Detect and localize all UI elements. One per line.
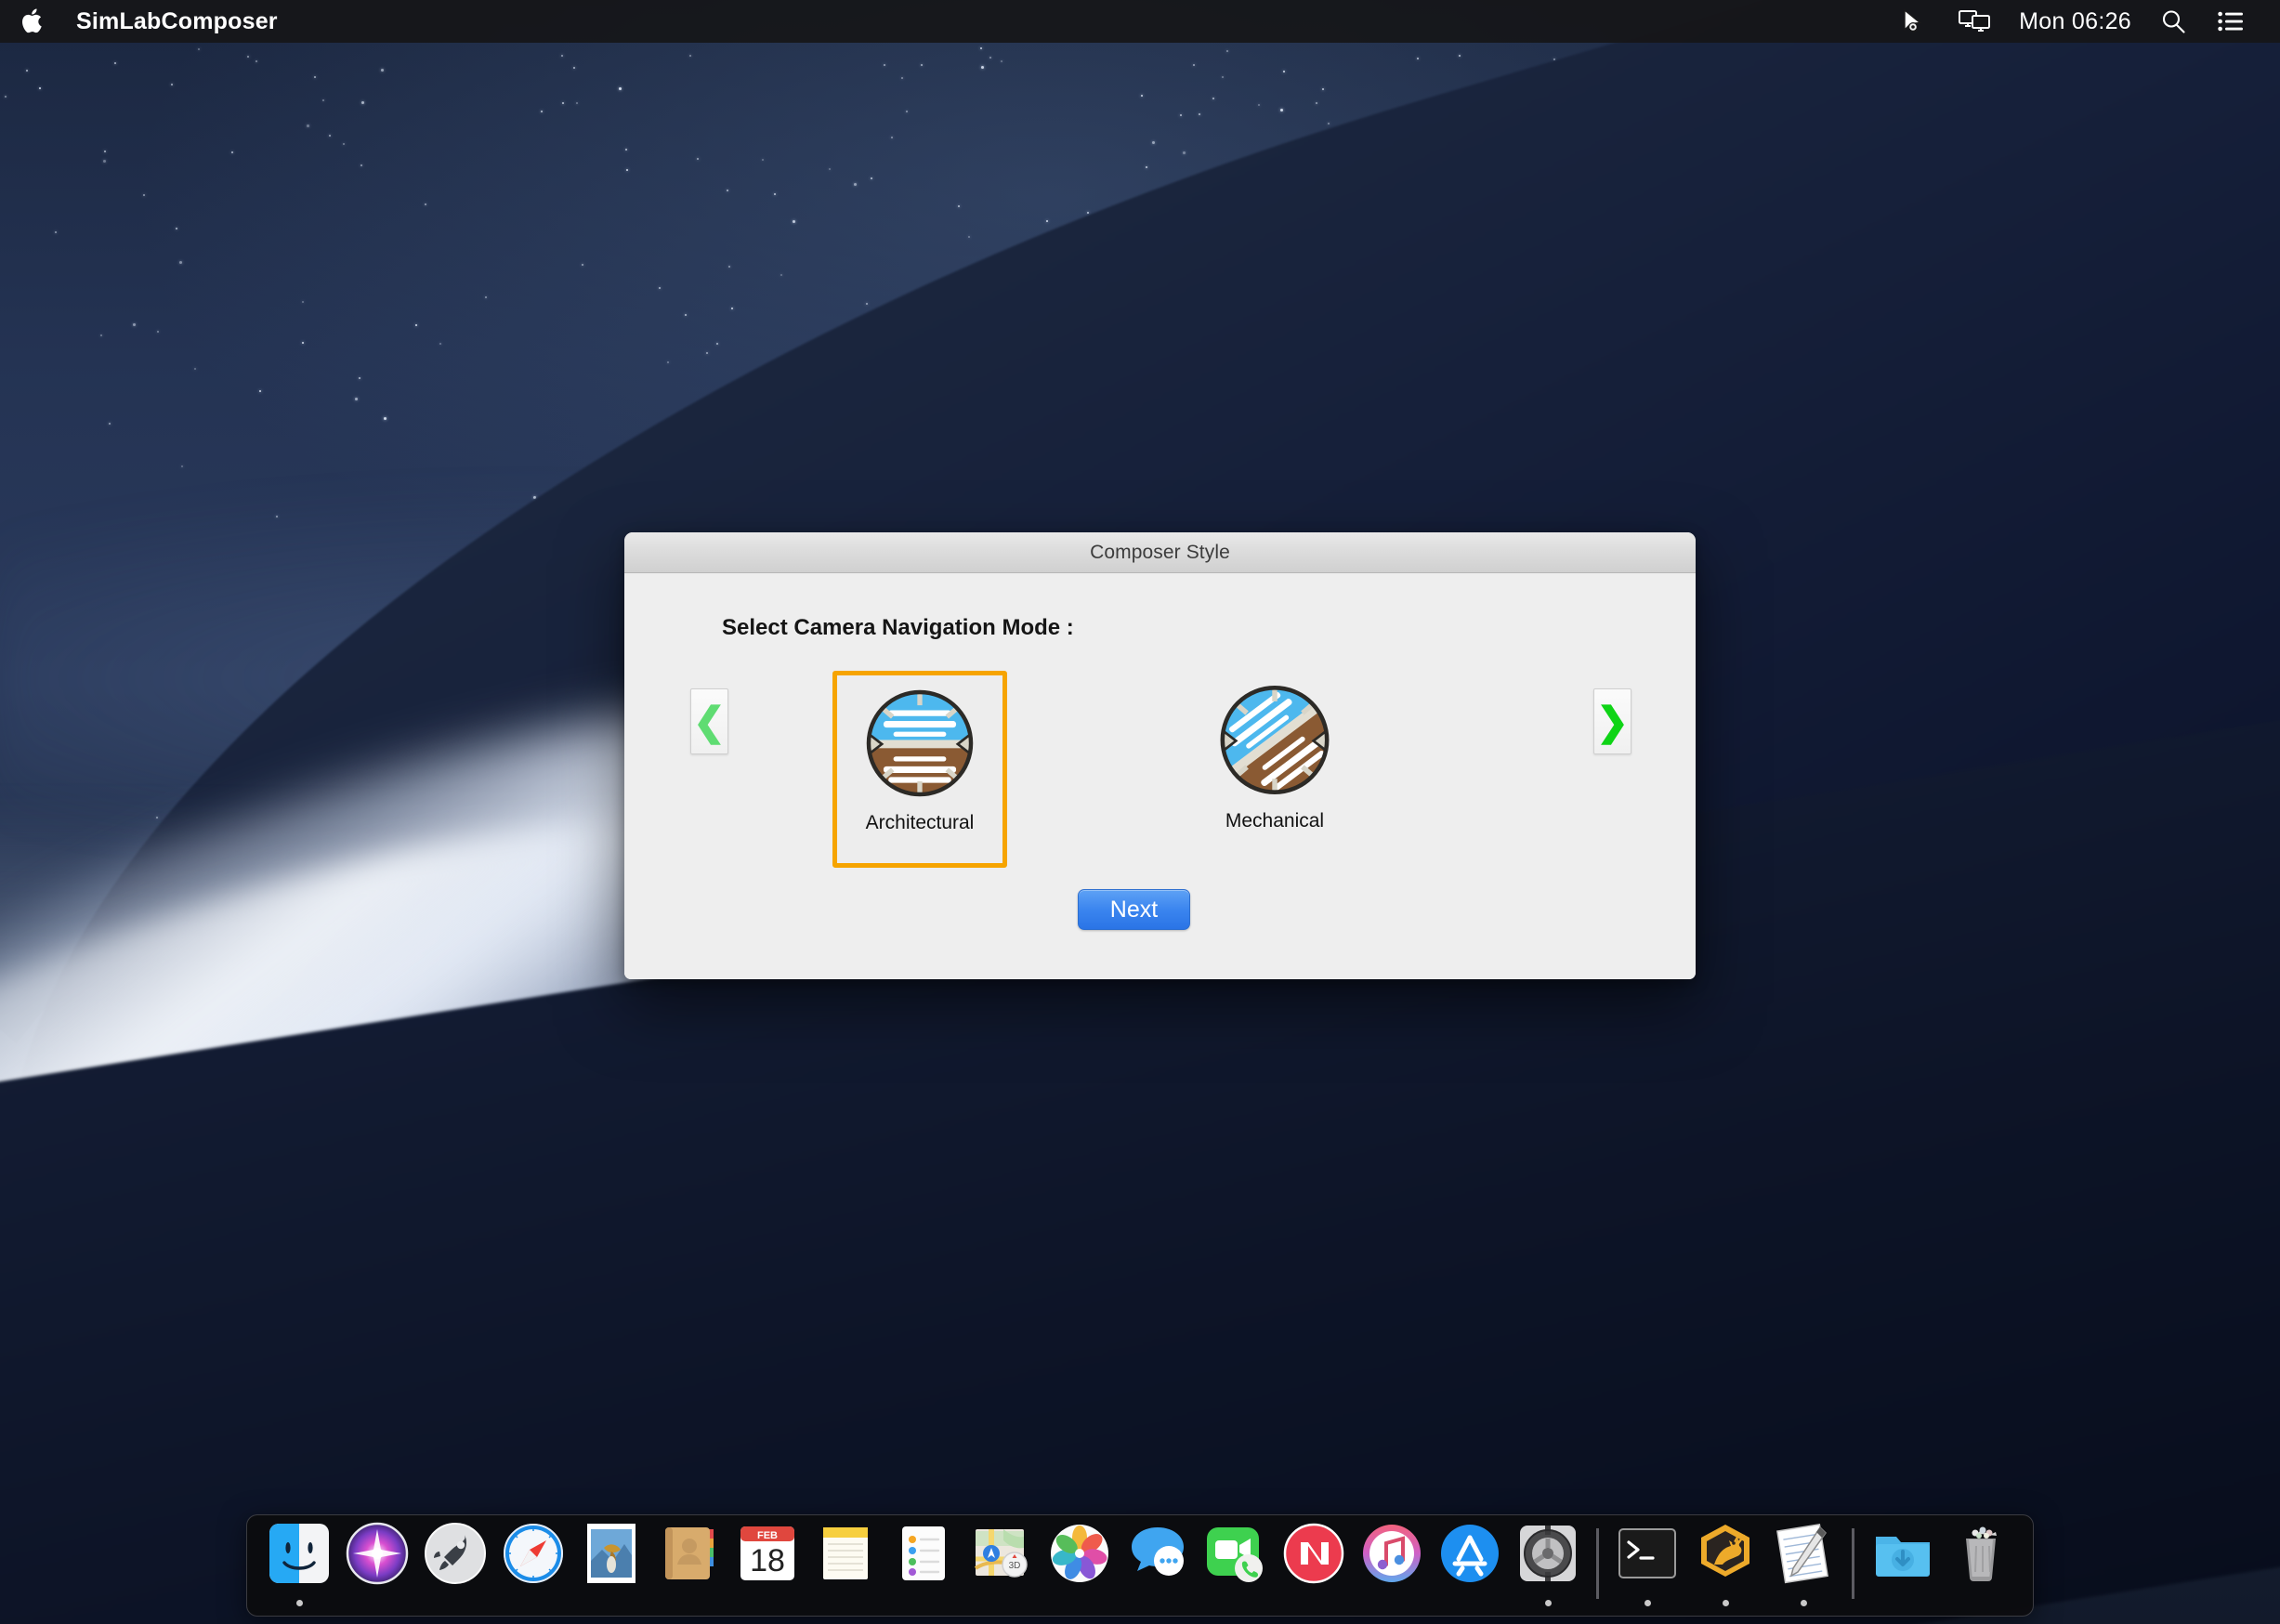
dock-item-messages[interactable] <box>1119 1513 1197 1616</box>
notes-icon <box>812 1520 879 1587</box>
mail-stamp-icon <box>578 1520 645 1587</box>
contacts-book-icon <box>656 1520 723 1587</box>
dock-item-finder[interactable] <box>260 1513 338 1616</box>
messages-icon <box>1124 1520 1191 1587</box>
menu-bar-clock[interactable]: Mon 06:26 <box>2006 8 2144 35</box>
gear-icon <box>1514 1520 1581 1587</box>
dock: FEB 18 <box>246 1514 2034 1617</box>
next-button[interactable]: Next <box>1078 889 1190 930</box>
dock-item-itunes[interactable] <box>1353 1513 1431 1616</box>
trash-icon <box>1947 1520 2014 1587</box>
safari-icon <box>500 1520 567 1587</box>
dock-item-trash[interactable] <box>1942 1513 2020 1616</box>
dock-item-downloads[interactable] <box>1864 1513 1942 1616</box>
news-icon <box>1280 1520 1347 1587</box>
search-icon[interactable] <box>2144 0 2202 43</box>
screen-sharing-icon[interactable] <box>1943 0 2006 43</box>
menu-bar: SimLabComposer Mon 06:26 <box>0 0 2280 43</box>
mode-carousel: ❮ <box>624 671 1696 871</box>
menu-bar-app-name[interactable]: SimLabComposer <box>76 8 278 35</box>
dock-item-simlab-composer[interactable] <box>1686 1513 1764 1616</box>
itunes-icon <box>1358 1520 1425 1587</box>
dock-item-photos[interactable] <box>1041 1513 1119 1616</box>
dock-item-app-store[interactable] <box>1431 1513 1509 1616</box>
mode-option-architectural[interactable]: Architectural <box>832 671 1007 868</box>
pointer-cursor-icon[interactable] <box>1883 0 1943 43</box>
chevron-right-icon: ❯ <box>1596 702 1629 741</box>
siri-icon <box>344 1520 411 1587</box>
dock-item-facetime[interactable] <box>1197 1513 1275 1616</box>
terminal-icon <box>1614 1520 1681 1587</box>
dock-item-textedit[interactable] <box>1764 1513 1842 1616</box>
photos-icon <box>1046 1520 1113 1587</box>
mechanical-navigation-icon <box>1194 671 1356 808</box>
dialog-body: Select Camera Navigation Mode : ❮ <box>624 573 1696 979</box>
dock-item-calendar[interactable]: FEB 18 <box>728 1513 806 1616</box>
app-store-icon <box>1436 1520 1503 1587</box>
dock-item-maps[interactable]: 3D <box>963 1513 1041 1616</box>
dock-separator <box>1596 1528 1599 1599</box>
dock-item-reminders[interactable] <box>884 1513 963 1616</box>
dialog-prompt: Select Camera Navigation Mode : <box>722 615 1074 641</box>
composer-style-dialog: Composer Style Select Camera Navigation … <box>624 532 1696 979</box>
running-indicator <box>1644 1600 1651 1606</box>
svg-text:FEB: FEB <box>757 1530 778 1541</box>
apple-logo-icon[interactable] <box>20 8 43 34</box>
running-indicator <box>296 1600 303 1606</box>
chevron-left-icon: ❮ <box>693 702 726 741</box>
reminders-icon <box>890 1520 957 1587</box>
architectural-navigation-icon <box>844 675 997 810</box>
mode-label-mechanical: Mechanical <box>1225 810 1324 832</box>
calendar-icon: FEB 18 <box>734 1520 801 1587</box>
control-center-icon[interactable] <box>2202 0 2260 43</box>
desktop-screen: SimLabComposer Mon 06:26 <box>0 0 2280 1624</box>
dock-item-contacts[interactable] <box>650 1513 728 1616</box>
menu-bar-right: Mon 06:26 <box>1883 0 2280 43</box>
dock-item-siri[interactable] <box>338 1513 416 1616</box>
dialog-title: Composer Style <box>1090 542 1230 564</box>
running-indicator <box>1801 1600 1807 1606</box>
maps-icon: 3D <box>968 1520 1035 1587</box>
carousel-prev-button[interactable]: ❮ <box>690 688 728 754</box>
finder-icon <box>266 1520 333 1587</box>
launchpad-icon <box>422 1520 489 1587</box>
dragon-icon <box>1692 1520 1759 1587</box>
dock-item-mail[interactable] <box>572 1513 650 1616</box>
dock-item-terminal[interactable] <box>1608 1513 1686 1616</box>
svg-text:3D: 3D <box>1009 1561 1021 1571</box>
facetime-icon <box>1202 1520 1269 1587</box>
running-indicator <box>1545 1600 1552 1606</box>
mode-option-mechanical[interactable]: Mechanical <box>1187 671 1362 868</box>
mode-label-architectural: Architectural <box>866 812 975 834</box>
dock-separator <box>1852 1528 1854 1599</box>
svg-text:18: 18 <box>750 1543 785 1578</box>
menu-bar-left: SimLabComposer <box>0 8 278 35</box>
dock-item-safari[interactable] <box>494 1513 572 1616</box>
dock-item-launchpad[interactable] <box>416 1513 494 1616</box>
dock-item-notes[interactable] <box>806 1513 884 1616</box>
dock-item-system-preferences[interactable] <box>1509 1513 1587 1616</box>
textedit-icon <box>1770 1520 1837 1587</box>
dialog-title-bar[interactable]: Composer Style <box>624 532 1696 573</box>
carousel-next-button[interactable]: ❯ <box>1593 688 1631 754</box>
dock-item-news[interactable] <box>1275 1513 1353 1616</box>
downloads-folder-icon <box>1869 1520 1936 1587</box>
running-indicator <box>1723 1600 1729 1606</box>
